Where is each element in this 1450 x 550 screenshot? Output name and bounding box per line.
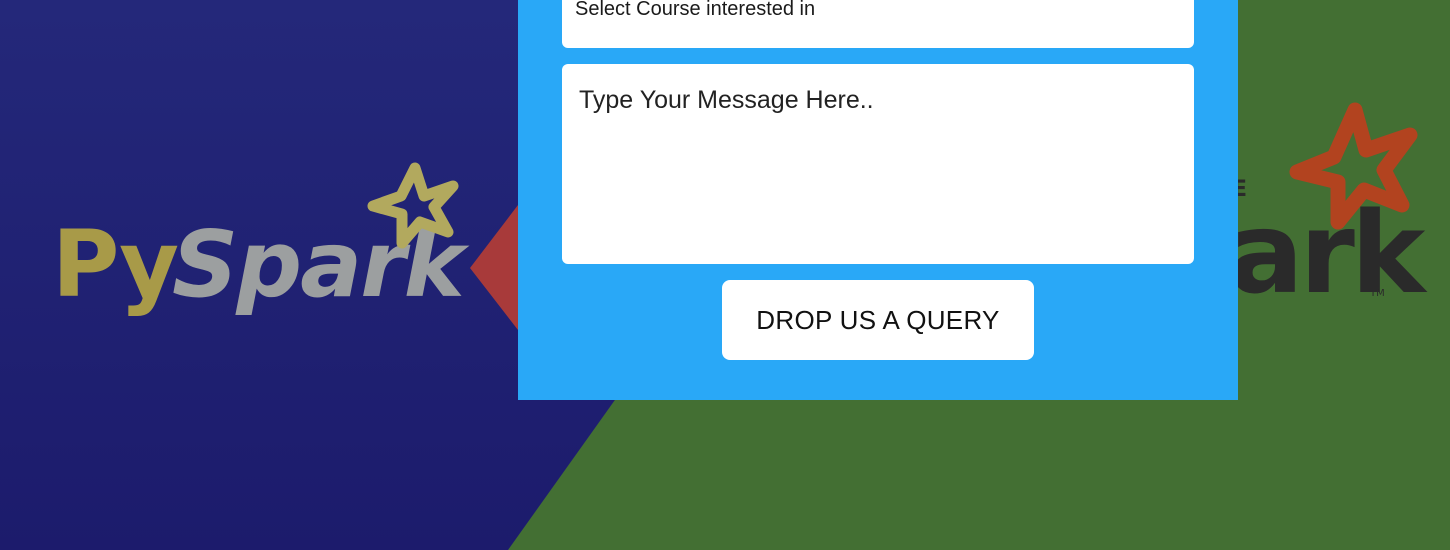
message-textarea[interactable]: Type Your Message Here.. [562, 64, 1194, 264]
drop-query-button[interactable]: DROP US A QUERY [722, 280, 1034, 360]
svg-text:Py: Py [52, 211, 178, 318]
course-select[interactable]: Select Course interested in [562, 0, 1194, 48]
page: Py Spark ark TM E Select Course interest… [0, 0, 1450, 550]
svg-text:TM: TM [1369, 288, 1385, 299]
contact-form-panel: Select Course interested in Type Your Me… [518, 0, 1238, 400]
